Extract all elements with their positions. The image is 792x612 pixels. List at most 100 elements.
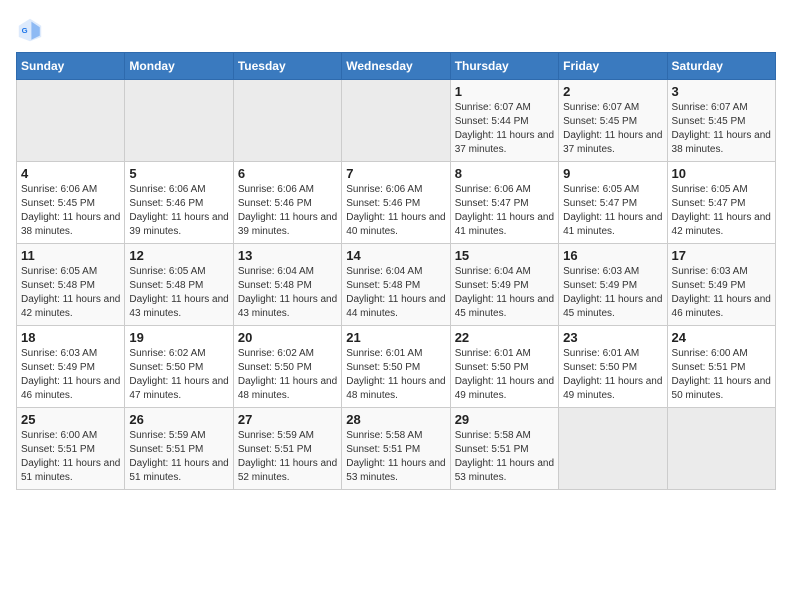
week-row-5: 25 Sunrise: 6:00 AMSunset: 5:51 PMDayligh… — [17, 408, 776, 490]
table-cell — [667, 408, 775, 490]
day-info: Sunrise: 5:58 AMSunset: 5:51 PMDaylight:… — [455, 429, 554, 485]
table-cell: 27 Sunrise: 5:59 AMSunset: 5:51 PMDayligh… — [233, 408, 341, 490]
day-number: 13 — [238, 248, 337, 263]
table-cell — [17, 80, 125, 162]
header-wednesday: Wednesday — [342, 53, 450, 80]
table-cell: 9Sunrise: 6:05 AMSunset: 5:47 PMDaylight… — [559, 162, 667, 244]
table-cell — [125, 80, 233, 162]
day-number: 4 — [21, 166, 120, 181]
day-info: Sunrise: 6:07 AMSunset: 5:45 PMDaylight:… — [672, 101, 771, 157]
table-cell: 21 Sunrise: 6:01 AMSunset: 5:50 PMDayligh… — [342, 326, 450, 408]
header-monday: Monday — [125, 53, 233, 80]
day-number: 20 — [238, 330, 337, 345]
table-cell: 6Sunrise: 6:06 AMSunset: 5:46 PMDaylight… — [233, 162, 341, 244]
header-sunday: Sunday — [17, 53, 125, 80]
day-number: 10 — [672, 166, 771, 181]
day-number: 5 — [129, 166, 228, 181]
day-number: 27 — [238, 412, 337, 427]
day-number: 18 — [21, 330, 120, 345]
week-row-2: 4 Sunrise: 6:06 AMSunset: 5:45 PMDaylight… — [17, 162, 776, 244]
day-info: Sunrise: 6:02 AMSunset: 5:50 PMDaylight:… — [129, 347, 228, 403]
day-number: 19 — [129, 330, 228, 345]
day-number: 24 — [672, 330, 771, 345]
day-info: Sunrise: 6:02 AMSunset: 5:50 PMDaylight:… — [238, 347, 337, 403]
day-number: 2 — [563, 84, 662, 99]
day-number: 11 — [21, 248, 120, 263]
table-cell: 16 Sunrise: 6:03 AMSunset: 5:49 PMDayligh… — [559, 244, 667, 326]
week-row-3: 11 Sunrise: 6:05 AMSunset: 5:48 PMDayligh… — [17, 244, 776, 326]
week-row-1: 1 Sunrise: 6:07 AMSunset: 5:44 PMDaylight… — [17, 80, 776, 162]
table-cell: 10Sunrise: 6:05 AMSunset: 5:47 PMDayligh… — [667, 162, 775, 244]
day-number: 1 — [455, 84, 554, 99]
day-info: Sunrise: 6:06 AMSunset: 5:46 PMDaylight:… — [346, 183, 445, 239]
day-number: 9 — [563, 166, 662, 181]
day-number: 12 — [129, 248, 228, 263]
table-cell: 7 Sunrise: 6:06 AMSunset: 5:46 PMDaylight… — [342, 162, 450, 244]
day-info: Sunrise: 6:01 AMSunset: 5:50 PMDaylight:… — [455, 347, 554, 403]
calendar-body: 1 Sunrise: 6:07 AMSunset: 5:44 PMDaylight… — [17, 80, 776, 490]
day-info: Sunrise: 6:04 AMSunset: 5:48 PMDaylight:… — [238, 265, 337, 321]
table-cell: 26Sunrise: 5:59 AMSunset: 5:51 PMDayligh… — [125, 408, 233, 490]
table-cell: 13 Sunrise: 6:04 AMSunset: 5:48 PMDayligh… — [233, 244, 341, 326]
table-cell: 5 Sunrise: 6:06 AMSunset: 5:46 PMDaylight… — [125, 162, 233, 244]
day-info: Sunrise: 6:06 AMSunset: 5:46 PMDaylight:… — [129, 183, 228, 239]
table-cell: 23Sunrise: 6:01 AMSunset: 5:50 PMDayligh… — [559, 326, 667, 408]
table-cell — [342, 80, 450, 162]
day-number: 22 — [455, 330, 554, 345]
day-info: Sunrise: 6:03 AMSunset: 5:49 PMDaylight:… — [563, 265, 662, 321]
table-cell: 28 Sunrise: 5:58 AMSunset: 5:51 PMDayligh… — [342, 408, 450, 490]
logo-icon: G — [16, 16, 44, 44]
day-number: 28 — [346, 412, 445, 427]
header-saturday: Saturday — [667, 53, 775, 80]
header-thursday: Thursday — [450, 53, 558, 80]
day-number: 29 — [455, 412, 554, 427]
day-info: Sunrise: 6:06 AMSunset: 5:46 PMDaylight:… — [238, 183, 337, 239]
table-cell: 20 Sunrise: 6:02 AMSunset: 5:50 PMDayligh… — [233, 326, 341, 408]
table-cell: 29 Sunrise: 5:58 AMSunset: 5:51 PMDayligh… — [450, 408, 558, 490]
day-number: 14 — [346, 248, 445, 263]
table-cell: 2 Sunrise: 6:07 AMSunset: 5:45 PMDaylight… — [559, 80, 667, 162]
day-info: Sunrise: 6:07 AMSunset: 5:44 PMDaylight:… — [455, 101, 554, 157]
days-of-week-row: SundayMondayTuesdayWednesdayThursdayFrid… — [17, 53, 776, 80]
day-info: Sunrise: 6:01 AMSunset: 5:50 PMDaylight:… — [563, 347, 662, 403]
day-number: 15 — [455, 248, 554, 263]
table-cell: 12Sunrise: 6:05 AMSunset: 5:48 PMDayligh… — [125, 244, 233, 326]
header: G — [16, 16, 776, 44]
table-cell: 3Sunrise: 6:07 AMSunset: 5:45 PMDaylight… — [667, 80, 775, 162]
day-info: Sunrise: 6:06 AMSunset: 5:45 PMDaylight:… — [21, 183, 120, 239]
day-info: Sunrise: 6:00 AMSunset: 5:51 PMDaylight:… — [672, 347, 771, 403]
day-info: Sunrise: 5:59 AMSunset: 5:51 PMDaylight:… — [238, 429, 337, 485]
table-cell: 17 Sunrise: 6:03 AMSunset: 5:49 PMDayligh… — [667, 244, 775, 326]
table-cell — [233, 80, 341, 162]
day-info: Sunrise: 6:03 AMSunset: 5:49 PMDaylight:… — [672, 265, 771, 321]
table-cell: 18 Sunrise: 6:03 AMSunset: 5:49 PMDayligh… — [17, 326, 125, 408]
table-cell: 1 Sunrise: 6:07 AMSunset: 5:44 PMDaylight… — [450, 80, 558, 162]
table-cell: 4 Sunrise: 6:06 AMSunset: 5:45 PMDaylight… — [17, 162, 125, 244]
header-tuesday: Tuesday — [233, 53, 341, 80]
table-cell: 25 Sunrise: 6:00 AMSunset: 5:51 PMDayligh… — [17, 408, 125, 490]
day-info: Sunrise: 6:06 AMSunset: 5:47 PMDaylight:… — [455, 183, 554, 239]
calendar-table: SundayMondayTuesdayWednesdayThursdayFrid… — [16, 52, 776, 490]
table-cell: 11 Sunrise: 6:05 AMSunset: 5:48 PMDayligh… — [17, 244, 125, 326]
table-cell: 15 Sunrise: 6:04 AMSunset: 5:49 PMDayligh… — [450, 244, 558, 326]
day-info: Sunrise: 6:04 AMSunset: 5:49 PMDaylight:… — [455, 265, 554, 321]
day-number: 25 — [21, 412, 120, 427]
day-info: Sunrise: 5:59 AMSunset: 5:51 PMDaylight:… — [129, 429, 228, 485]
day-info: Sunrise: 6:00 AMSunset: 5:51 PMDaylight:… — [21, 429, 120, 485]
day-info: Sunrise: 6:03 AMSunset: 5:49 PMDaylight:… — [21, 347, 120, 403]
day-info: Sunrise: 6:01 AMSunset: 5:50 PMDaylight:… — [346, 347, 445, 403]
header-friday: Friday — [559, 53, 667, 80]
day-number: 21 — [346, 330, 445, 345]
day-number: 16 — [563, 248, 662, 263]
day-info: Sunrise: 6:07 AMSunset: 5:45 PMDaylight:… — [563, 101, 662, 157]
table-cell — [559, 408, 667, 490]
day-info: Sunrise: 6:05 AMSunset: 5:48 PMDaylight:… — [21, 265, 120, 321]
table-cell: 24 Sunrise: 6:00 AMSunset: 5:51 PMDayligh… — [667, 326, 775, 408]
day-number: 7 — [346, 166, 445, 181]
calendar-header: SundayMondayTuesdayWednesdayThursdayFrid… — [17, 53, 776, 80]
table-cell: 8Sunrise: 6:06 AMSunset: 5:47 PMDaylight… — [450, 162, 558, 244]
day-info: Sunrise: 5:58 AMSunset: 5:51 PMDaylight:… — [346, 429, 445, 485]
day-number: 17 — [672, 248, 771, 263]
table-cell: 19 Sunrise: 6:02 AMSunset: 5:50 PMDayligh… — [125, 326, 233, 408]
table-cell: 22 Sunrise: 6:01 AMSunset: 5:50 PMDayligh… — [450, 326, 558, 408]
